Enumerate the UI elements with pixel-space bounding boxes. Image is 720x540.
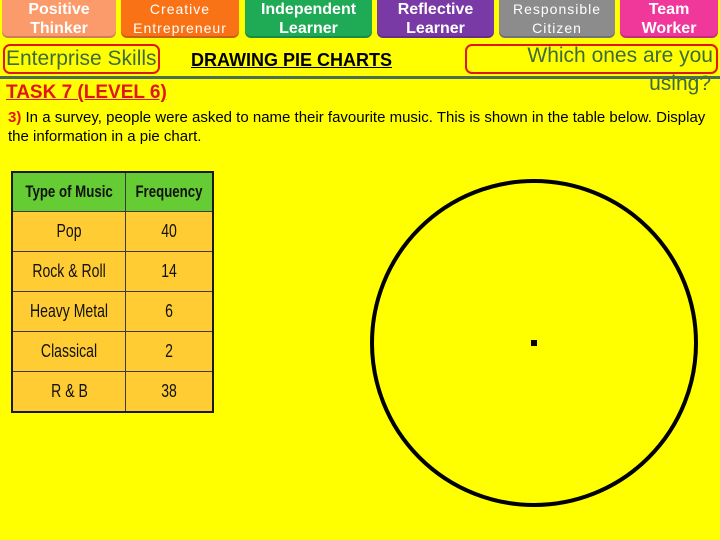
pie-drawing-area: [370, 179, 698, 507]
pie-centre-point: [531, 340, 537, 346]
